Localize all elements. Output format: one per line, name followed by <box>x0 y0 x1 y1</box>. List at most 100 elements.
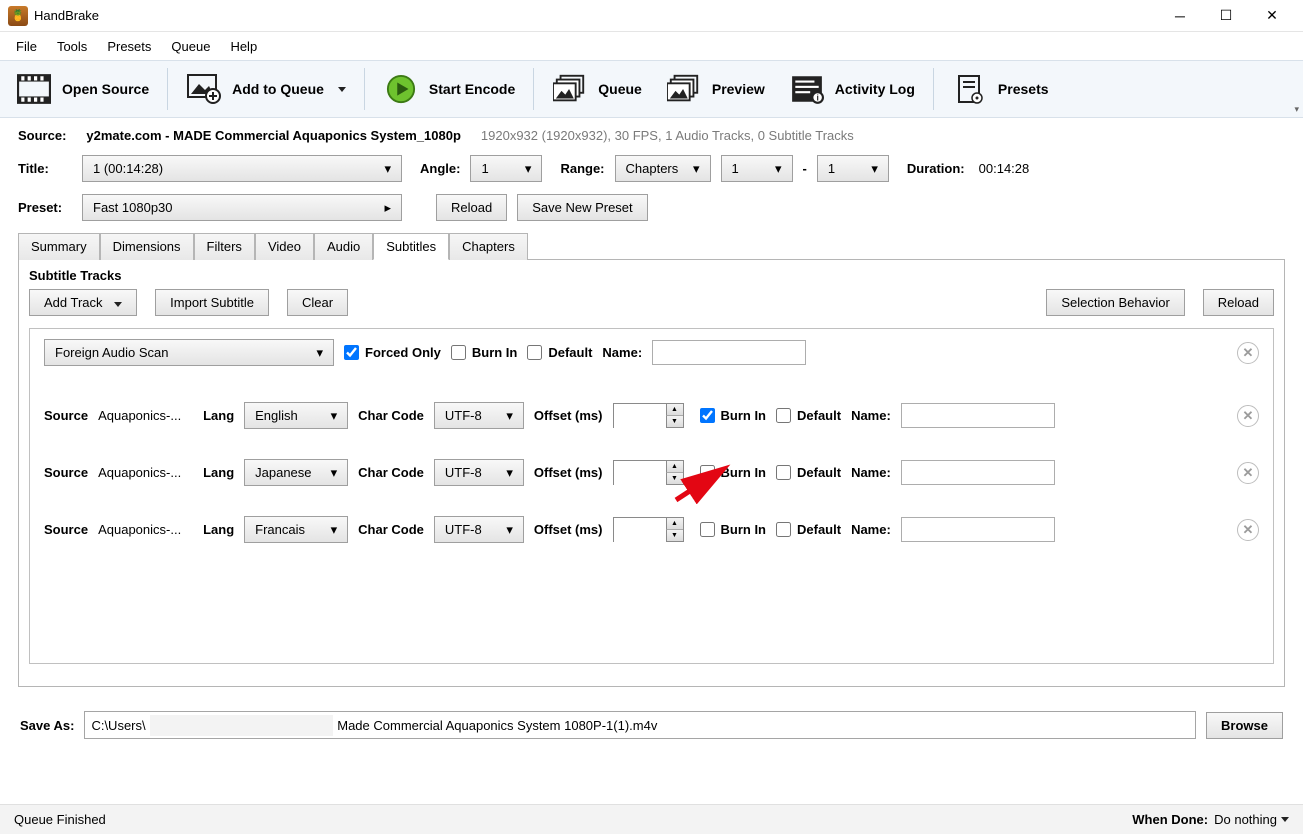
lang-select[interactable]: Japanese ▾ <box>244 459 348 486</box>
default-input[interactable] <box>527 345 542 360</box>
default-label: Default <box>797 408 841 423</box>
selection-behavior-button[interactable]: Selection Behavior <box>1046 289 1184 316</box>
burn-in-checkbox[interactable]: Burn In <box>700 522 767 537</box>
forced-only-input[interactable] <box>344 345 359 360</box>
title-select[interactable]: 1 (00:14:28) ▾ <box>82 155 402 182</box>
spinner-down[interactable]: ▼ <box>666 473 683 484</box>
tab-summary[interactable]: Summary <box>18 233 100 260</box>
offset-spinner[interactable]: ▲▼ <box>613 460 684 485</box>
name-input[interactable] <box>901 460 1055 485</box>
lang-value: Japanese <box>255 465 311 480</box>
name-input[interactable] <box>652 340 806 365</box>
default-input[interactable] <box>776 522 791 537</box>
source-col-label: Source <box>44 408 88 423</box>
toolbar-overflow-icon[interactable]: ▾ <box>1294 104 1299 115</box>
menu-queue[interactable]: Queue <box>161 35 220 58</box>
save-new-preset-button[interactable]: Save New Preset <box>517 194 647 221</box>
burn-in-input[interactable] <box>700 465 715 480</box>
browse-button[interactable]: Browse <box>1206 712 1283 739</box>
spinner-down[interactable]: ▼ <box>666 416 683 427</box>
burn-in-checkbox[interactable]: Burn In <box>700 465 767 480</box>
range-from-select[interactable]: 1 ▾ <box>721 155 793 182</box>
menu-file[interactable]: File <box>6 35 47 58</box>
pictures-stack-icon <box>666 72 702 106</box>
range-mode-select[interactable]: Chapters ▾ <box>615 155 711 182</box>
default-checkbox[interactable]: Default <box>776 408 841 423</box>
offset-spinner[interactable]: ▲▼ <box>613 403 684 428</box>
spinner-up[interactable]: ▲ <box>666 518 683 530</box>
tab-video[interactable]: Video <box>255 233 314 260</box>
start-encode-button[interactable]: Start Encode <box>373 65 525 113</box>
save-as-input[interactable]: C:\Users\ Made Commercial Aquaponics Sys… <box>84 711 1196 739</box>
tab-filters[interactable]: Filters <box>194 233 255 260</box>
charcode-select[interactable]: UTF-8 ▾ <box>434 402 524 429</box>
tab-dimensions[interactable]: Dimensions <box>100 233 194 260</box>
tab-subtitles[interactable]: Subtitles <box>373 233 449 260</box>
activity-log-button[interactable]: i Activity Log <box>779 65 925 113</box>
burn-in-input[interactable] <box>700 408 715 423</box>
burn-in-input[interactable] <box>700 522 715 537</box>
when-done-select[interactable]: Do nothing <box>1214 812 1289 827</box>
lang-label: Lang <box>203 522 234 537</box>
default-checkbox[interactable]: Default <box>776 522 841 537</box>
remove-track-button[interactable]: ✕ <box>1237 405 1259 427</box>
spinner-up[interactable]: ▲ <box>666 461 683 473</box>
track-source-select[interactable]: Foreign Audio Scan ▾ <box>44 339 334 366</box>
remove-track-button[interactable]: ✕ <box>1237 342 1259 364</box>
add-to-queue-button[interactable]: Add to Queue <box>176 65 356 113</box>
offset-input[interactable] <box>614 461 666 486</box>
preview-button[interactable]: Preview <box>656 65 775 113</box>
lang-select[interactable]: Francais ▾ <box>244 516 348 543</box>
menu-tools[interactable]: Tools <box>47 35 97 58</box>
toolbar-label: Activity Log <box>835 81 915 97</box>
burn-in-input[interactable] <box>451 345 466 360</box>
tab-audio[interactable]: Audio <box>314 233 373 260</box>
burn-in-checkbox[interactable]: Burn In <box>700 408 767 423</box>
close-button[interactable]: ✕ <box>1249 0 1295 32</box>
title-row: Title: 1 (00:14:28) ▾ Angle: 1 ▾ Range: … <box>18 155 1285 182</box>
spinner-up[interactable]: ▲ <box>666 404 683 416</box>
default-checkbox[interactable]: Default <box>776 465 841 480</box>
forced-only-checkbox[interactable]: Forced Only <box>344 345 441 360</box>
minimize-button[interactable]: ─ <box>1157 0 1203 32</box>
offset-input[interactable] <box>614 404 666 429</box>
preset-select[interactable]: Fast 1080p30 ▸ <box>82 194 402 221</box>
default-checkbox[interactable]: Default <box>527 345 592 360</box>
charcode-select[interactable]: UTF-8 ▾ <box>434 459 524 486</box>
charcode-select[interactable]: UTF-8 ▾ <box>434 516 524 543</box>
default-input[interactable] <box>776 465 791 480</box>
import-subtitle-button[interactable]: Import Subtitle <box>155 289 269 316</box>
angle-select[interactable]: 1 ▾ <box>470 155 542 182</box>
source-col-label: Source <box>44 465 88 480</box>
subtitles-reload-button[interactable]: Reload <box>1203 289 1274 316</box>
tab-chapters[interactable]: Chapters <box>449 233 528 260</box>
queue-button[interactable]: Queue <box>542 65 652 113</box>
preset-reload-button[interactable]: Reload <box>436 194 507 221</box>
clear-button[interactable]: Clear <box>287 289 348 316</box>
chevron-down-icon: ▾ <box>871 161 878 177</box>
default-label: Default <box>797 522 841 537</box>
remove-track-button[interactable]: ✕ <box>1237 462 1259 484</box>
add-track-button[interactable]: Add Track <box>29 289 137 316</box>
toolbar-label: Preview <box>712 81 765 97</box>
app-icon: 🍍 <box>8 6 28 26</box>
burn-in-checkbox[interactable]: Burn In <box>451 345 518 360</box>
menu-presets[interactable]: Presets <box>97 35 161 58</box>
lang-value: English <box>255 408 298 423</box>
maximize-button[interactable]: ☐ <box>1203 0 1249 32</box>
offset-input[interactable] <box>614 518 666 543</box>
default-input[interactable] <box>776 408 791 423</box>
open-source-button[interactable]: Open Source <box>6 65 159 113</box>
offset-spinner[interactable]: ▲▼ <box>613 517 684 542</box>
save-as-row: Save As: C:\Users\ Made Commercial Aquap… <box>18 711 1285 739</box>
presets-button[interactable]: Presets <box>942 65 1059 113</box>
range-to-select[interactable]: 1 ▾ <box>817 155 889 182</box>
lang-select[interactable]: English ▾ <box>244 402 348 429</box>
name-input[interactable] <box>901 403 1055 428</box>
range-mode: Chapters <box>626 161 679 176</box>
name-input[interactable] <box>901 517 1055 542</box>
menu-help[interactable]: Help <box>220 35 267 58</box>
spinner-down[interactable]: ▼ <box>666 530 683 541</box>
offset-label: Offset (ms) <box>534 408 603 423</box>
remove-track-button[interactable]: ✕ <box>1237 519 1259 541</box>
